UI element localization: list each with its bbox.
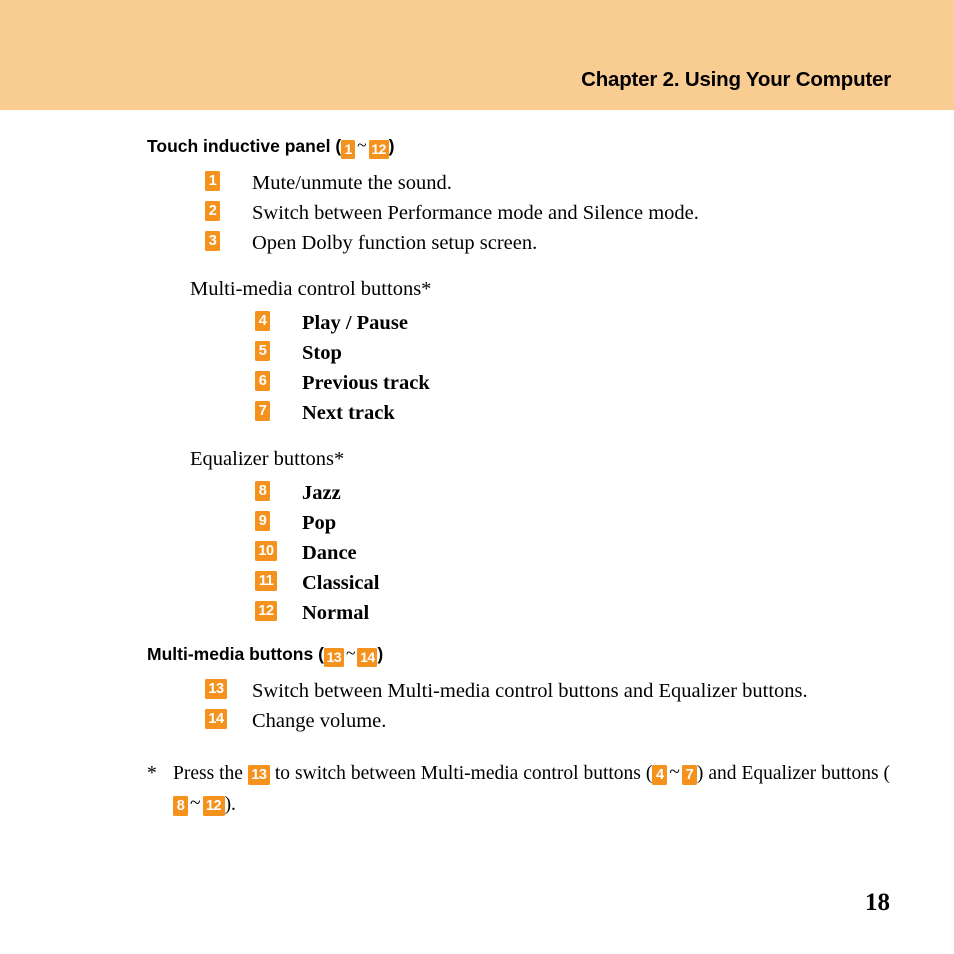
item-text: Play / Pause <box>302 312 408 334</box>
item-badge-cell: 5 <box>255 338 302 361</box>
item-number-badge: 9 <box>255 511 270 531</box>
list-item: 3 Open Dolby function setup screen. <box>205 228 954 258</box>
footnote-badge-4: 4 <box>652 765 668 785</box>
list-item: 12 Normal <box>255 598 954 628</box>
item-number-badge: 1 <box>205 171 220 191</box>
list-item: 2 Switch between Performance mode and Si… <box>205 198 954 228</box>
item-text: Switch between Multi-media control butto… <box>252 680 808 702</box>
item-badge-cell: 11 <box>255 568 302 591</box>
footnote: * Press the 13 to switch between Multi-m… <box>147 758 890 820</box>
footnote-badge-13: 13 <box>247 765 270 785</box>
badge-range-to: 12 <box>368 140 389 159</box>
badge-range-to: 14 <box>357 648 378 667</box>
item-number-badge: 5 <box>255 341 270 361</box>
item-number-badge: 3 <box>205 231 220 251</box>
item-badge-cell: 6 <box>255 368 302 391</box>
item-text: Classical <box>302 572 380 594</box>
item-number-badge: 13 <box>205 679 227 699</box>
footnote-part3: ) <box>696 763 704 784</box>
item-text: Mute/unmute the sound. <box>252 172 452 194</box>
list-item: 14 Change volume. <box>205 706 954 736</box>
item-badge-cell: 14 <box>205 706 252 729</box>
item-text: Next track <box>302 402 395 424</box>
footnote-badge-12: 12 <box>202 796 225 816</box>
item-badge-cell: 3 <box>205 228 252 251</box>
footnote-star: * <box>147 763 157 784</box>
item-text: Normal <box>302 602 370 624</box>
item-number-badge: 4 <box>255 311 270 331</box>
item-number-badge: 6 <box>255 371 270 391</box>
footnote-badge-8: 8 <box>173 796 188 816</box>
footnote-tilde-2: ~ <box>190 793 201 814</box>
item-badge-cell: 8 <box>255 478 302 501</box>
item-badge-cell: 9 <box>255 508 302 531</box>
list-item: 11 Classical <box>255 568 954 598</box>
item-number-badge: 2 <box>205 201 220 221</box>
item-number-badge: 8 <box>255 481 270 501</box>
footnote-tilde-1: ~ <box>669 762 680 783</box>
list-item: 5 Stop <box>255 338 954 368</box>
footnote-part4: and Equalizer buttons ( <box>708 763 891 784</box>
list-item: 8 Jazz <box>255 478 954 508</box>
item-badge-cell: 10 <box>255 538 302 561</box>
footnote-part2: to switch between Multi-media control bu… <box>274 763 653 784</box>
item-badge-cell: 13 <box>205 676 252 699</box>
item-text: Stop <box>302 342 342 364</box>
item-number-badge: 7 <box>255 401 270 421</box>
list-item: 10 Dance <box>255 538 954 568</box>
section-heading-label: Multi-media buttons <box>147 644 314 664</box>
page-number: 18 <box>865 889 890 916</box>
item-text: Previous track <box>302 372 430 394</box>
list-item: 7 Next track <box>255 398 954 428</box>
chapter-title: Chapter 2. Using Your Computer <box>581 68 891 91</box>
item-text: Dance <box>302 542 357 564</box>
item-text: Pop <box>302 512 337 534</box>
item-badge-cell: 12 <box>255 598 302 621</box>
list-item: 6 Previous track <box>255 368 954 398</box>
section-heading-label: Touch inductive panel <box>147 136 331 156</box>
item-text: Jazz <box>302 482 341 504</box>
badge-range-from: 13 <box>323 648 344 667</box>
group-label-equalizer-buttons: Equalizer buttons* <box>190 448 345 470</box>
section-heading-multimedia-buttons: Multi-media buttons (13 ~14) <box>147 643 384 667</box>
item-number-badge: 10 <box>255 541 277 561</box>
footnote-part1: Press the <box>173 763 243 784</box>
item-number-badge: 11 <box>255 571 277 591</box>
item-badge-cell: 7 <box>255 398 302 421</box>
list-item: 13 Switch between Multi-media control bu… <box>205 676 954 706</box>
page-body: Touch inductive panel (1 ~12) 1 Mute/unmu… <box>0 110 954 820</box>
item-badge-cell: 1 <box>205 168 252 191</box>
header-banner <box>0 0 954 110</box>
footnote-part5: ). <box>224 794 236 815</box>
item-text: Switch between Performance mode and Sile… <box>252 202 699 224</box>
badge-range-from: 1 <box>341 140 356 159</box>
list-item: 4 Play / Pause <box>255 308 954 338</box>
item-badge-cell: 2 <box>205 198 252 221</box>
footnote-text: Press the 13 to switch between Multi-med… <box>173 758 890 820</box>
list-item: 9 Pop <box>255 508 954 538</box>
item-text: Open Dolby function setup screen. <box>252 232 538 254</box>
list-item: 1 Mute/unmute the sound. <box>205 168 954 198</box>
footnote-badge-7: 7 <box>681 765 697 785</box>
section-heading-touch-inductive-panel: Touch inductive panel (1 ~12) <box>147 135 395 159</box>
item-text: Change volume. <box>252 710 387 732</box>
item-badge-cell: 4 <box>255 308 302 331</box>
group-label-multimedia-control-buttons: Multi-media control buttons* <box>190 278 432 300</box>
item-number-badge: 12 <box>255 601 277 621</box>
item-number-badge: 14 <box>205 709 227 729</box>
